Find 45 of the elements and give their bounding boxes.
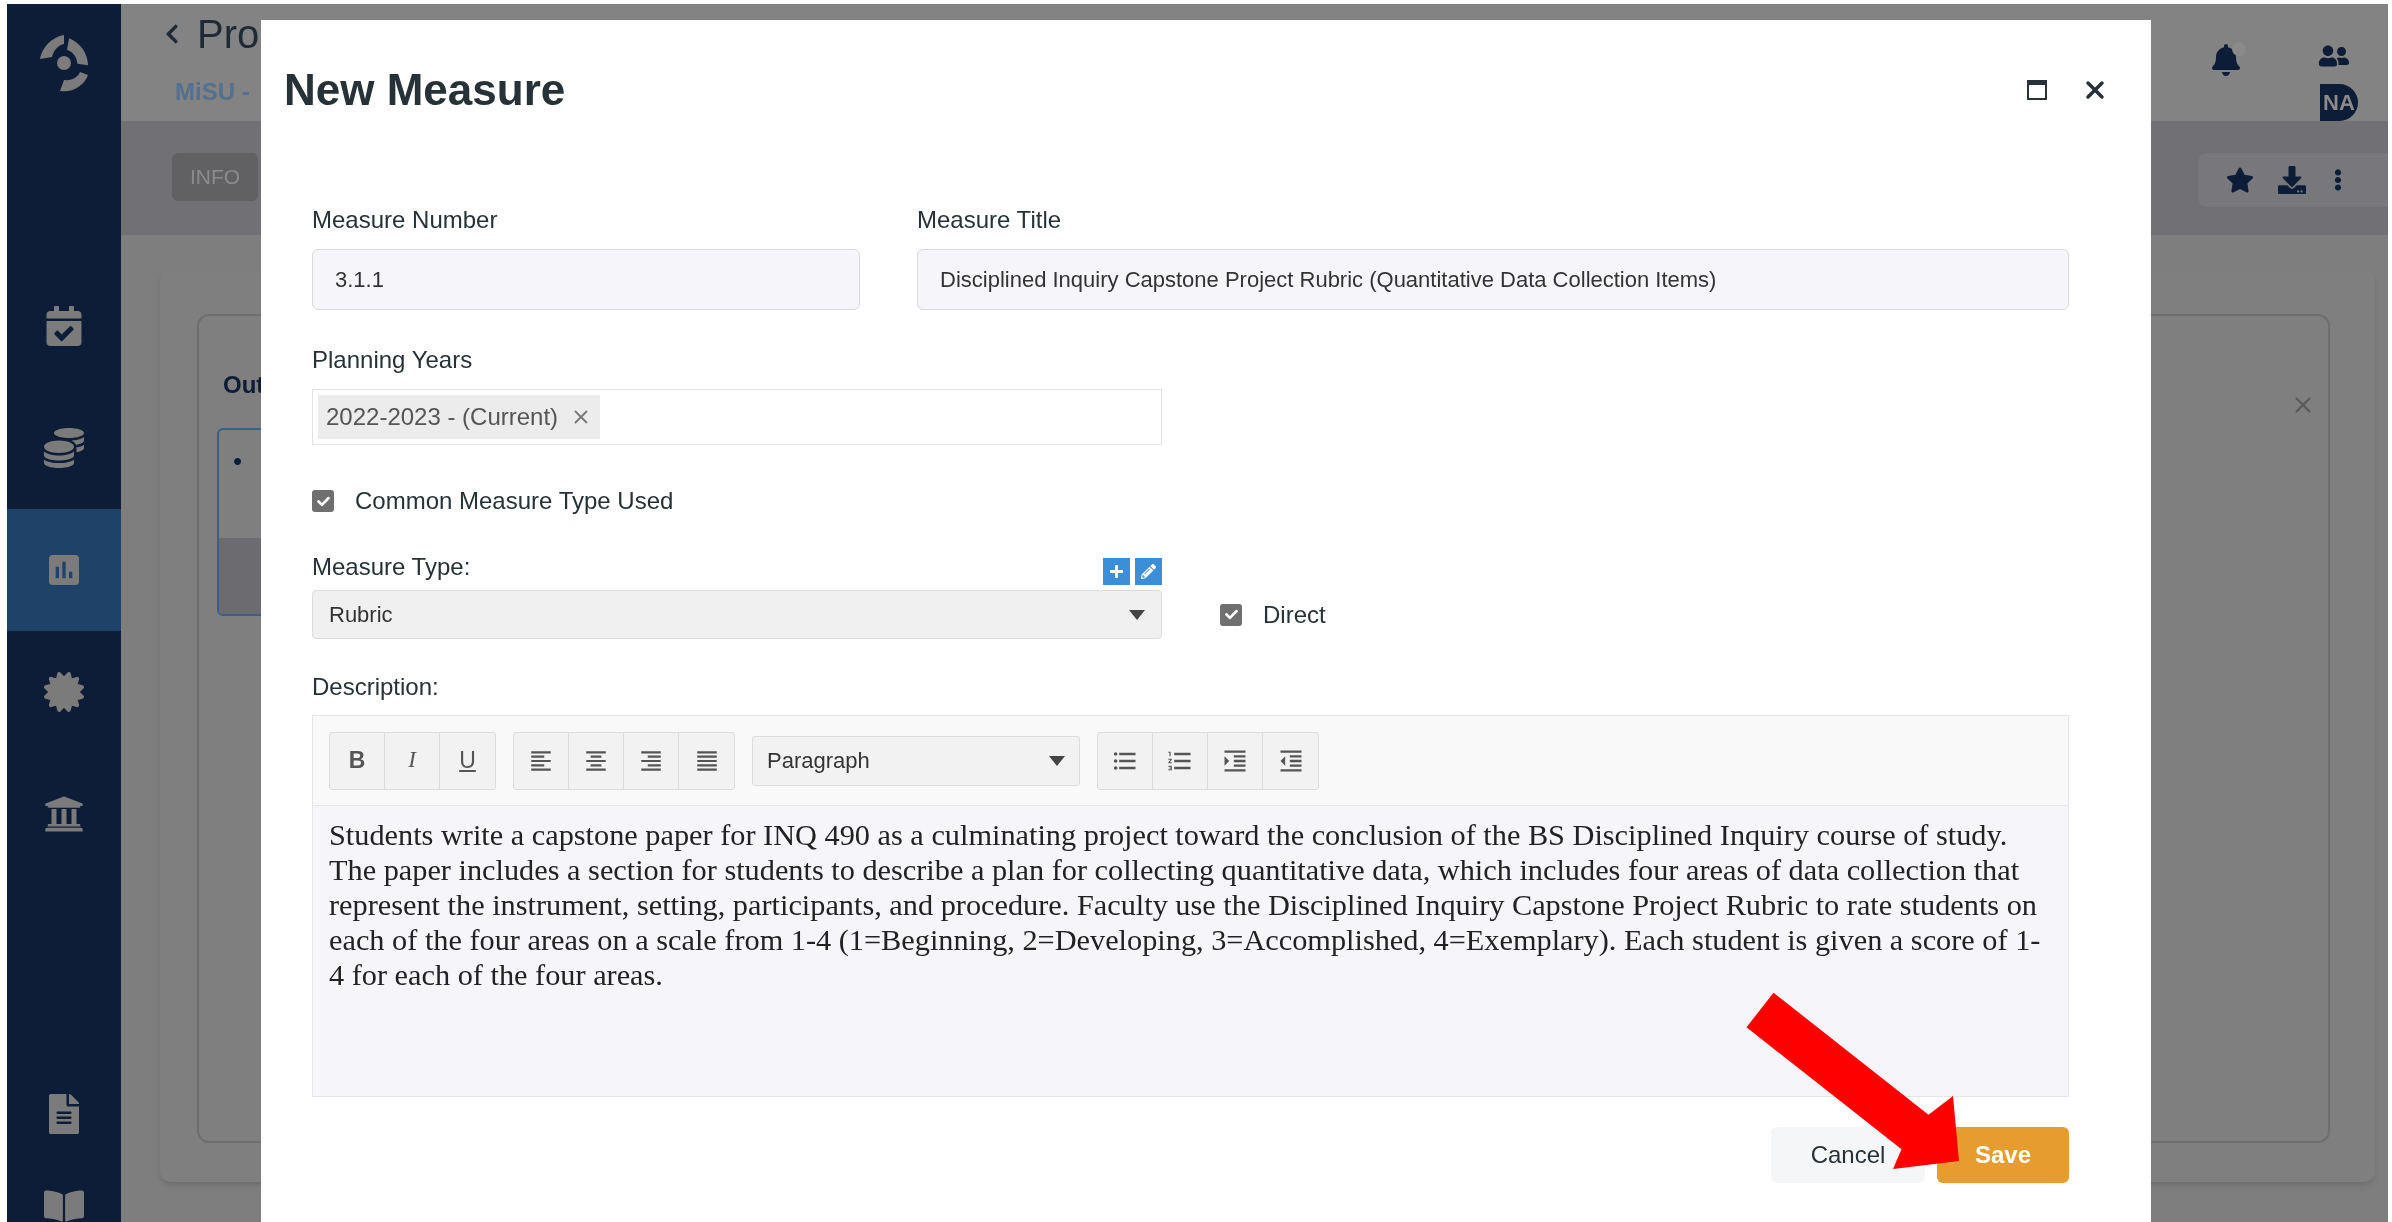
dialog-title: New Measure [284,64,566,116]
outcome-text: • [233,446,243,476]
checkbox-label: Direct [1263,599,1326,630]
maximize-icon[interactable] [2027,80,2047,100]
download-icon[interactable] [2278,166,2306,194]
check-icon [316,494,330,508]
multi-select-field[interactable]: 2022-2023 - (Current) [312,389,1162,445]
format-button[interactable]: U [440,732,495,789]
rich-text-editor[interactable] [312,715,2069,1097]
input-field[interactable]: 3.1.1 [312,249,860,310]
select-value: Paragraph [767,747,870,775]
coins-icon [44,428,84,468]
page-title: Pro [197,11,260,58]
select-value: Rubric [329,601,393,629]
year-chip[interactable]: 2022-2023 - (Current) [318,395,601,439]
badge-icon [44,672,84,712]
caret-icon [1049,755,1065,766]
field-label: Planning Years [312,345,474,375]
format-button[interactable]: I [385,732,440,789]
edit-button[interactable] [1135,558,1162,585]
checkbox[interactable] [1220,603,1242,626]
check-icon [1224,608,1238,621]
field-label: Description: [312,672,440,702]
star-icon[interactable] [2226,166,2254,194]
field-label: Measure Title [917,205,1063,235]
caret-icon [1129,609,1145,620]
block-format-select[interactable]: Paragraph [752,735,1080,786]
bell-icon[interactable] [2212,44,2240,76]
select-field[interactable]: Rubric [312,590,1162,639]
calendar-check-icon [44,306,84,346]
checkbox-label: Common Measure Type Used [355,486,674,516]
card-heading: Out [223,370,265,400]
user-avatar[interactable]: NA [2320,84,2358,121]
add-button[interactable] [1103,558,1130,585]
format-button[interactable]: B [330,732,385,789]
checkbox[interactable] [312,490,334,512]
bank-icon [44,794,84,834]
field-label: Measure Type: [312,552,471,582]
sidebar-item[interactable] [7,509,121,631]
chip-label: 2022-2023 - (Current) [326,402,559,432]
plus-icon [1109,564,1124,579]
pencil-icon [1141,564,1156,579]
field-label: Measure Number [312,205,499,235]
input-field[interactable]: Disciplined Inquiry Capstone Project Rubric (Quantitative Data Collection Items) [917,249,2069,310]
description-text: Students write a capstone paper for INQ 490 as a culminating project toward the conclusion of the BS Disciplined Inquiry course of study. The paper includes a section for students to describe a plan for collecting quantitative data, which includes four areas of data collection that represent the instrument, setting, participants, and procedure. Faculty use the Disciplined Inquiry Capstone Project Rubric to rate students on each of the four areas on a scale from 1-4 (1=Beginning, 2=Developing, 3=Accomplished, 4=Exemplary). Each student is given a score of 1-4 for each of the four areas. [328,817,2042,993]
